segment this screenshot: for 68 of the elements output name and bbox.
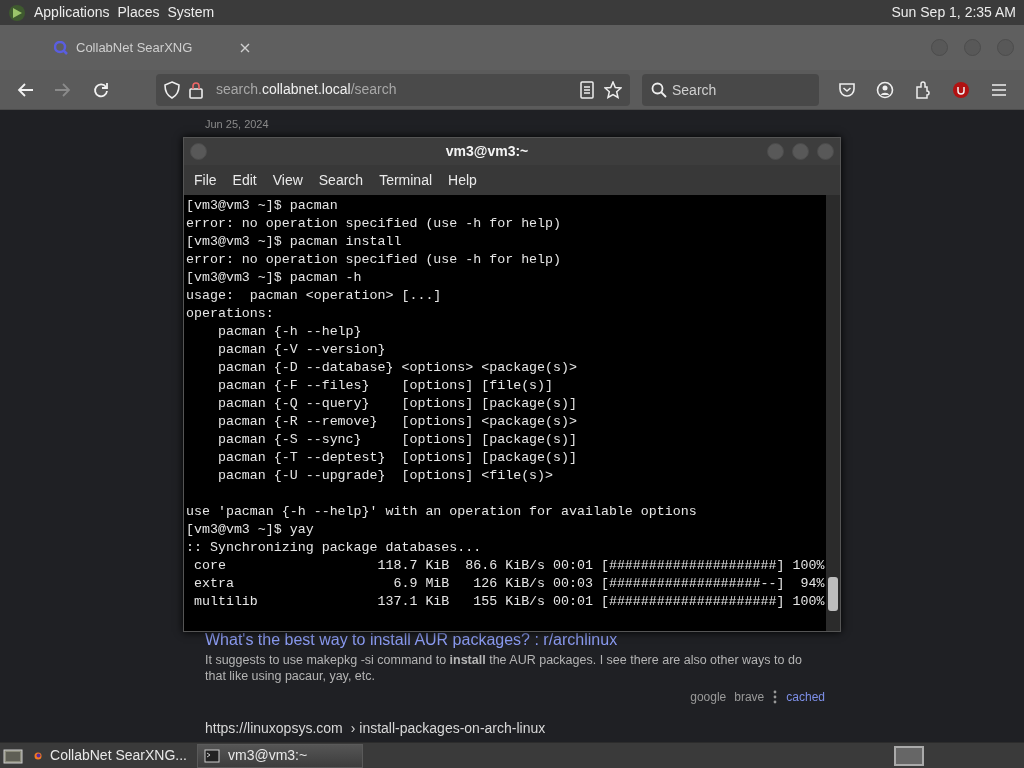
forward-icon [54,80,72,99]
menu-item[interactable]: View [264,167,311,193]
address-bar[interactable]: search.collabnet.local/search [156,73,630,106]
scrollbar-thumb[interactable] [828,577,839,611]
menu-item[interactable]: Terminal [371,167,441,193]
pocket-icon[interactable] [838,80,856,99]
account-icon[interactable] [876,80,894,99]
terminal-line: multilib 137.1 KiB 155 KiB/s 00:01 [#####################] 100% [192,593,825,611]
extensions-icon[interactable] [914,80,932,99]
result-snippet: It suggests to use makepkg -si command to install the AUR packages. I see there are also other ways to do that like using pacaur, yay, etc. [205,652,803,684]
reload-icon [92,80,110,99]
result-title-link[interactable]: What's the best way to install AUR packages? : r/archlinux [205,630,618,650]
terminal-line: error: no operation specified (use -h for help) [186,251,563,269]
terminal-line: pacman {-R --remove} [options] <package(s)> [216,413,578,431]
terminal-line: pacman {-F --files} [options] [file(s)] [216,377,555,395]
terminal-line: :: Synchronizing package databases... [186,539,483,557]
terminal-line: [vm3@vm3 ~]$ pacman install [186,233,403,251]
terminal-line: [vm3@vm3 ~]$ pacman [186,197,339,215]
panel-menu[interactable]: Places [117,2,160,23]
distro-logo-icon[interactable] [8,3,26,22]
panel-menu[interactable]: Applications [34,2,110,23]
search-engine-icon [54,40,68,55]
more-options-icon[interactable] [772,690,779,704]
star-icon[interactable] [604,80,622,99]
shield-blocker-icon[interactable] [952,80,970,99]
menu-item[interactable]: File [186,167,225,193]
taskbar-button[interactable]: vm3@vm3:~ [197,743,363,768]
url-text: search.collabnet.local/search [216,80,397,99]
scrollbar[interactable] [826,195,840,631]
terminal-line: core 118.7 KiB 86.6 KiB/s 00:01 [#####################] 100% [192,557,825,575]
back-icon [16,80,34,99]
taskbar-button[interactable]: CollabNet SearXNG... [28,743,193,768]
terminal-line: pacman {-V --version} [216,341,387,359]
terminal-line: [vm3@vm3 ~]$ pacman -h [186,269,363,287]
reader-view-icon[interactable] [578,80,596,99]
terminal-line: pacman {-T --deptest} [options] [package(s)] [216,449,578,467]
cached-link[interactable]: cached [786,688,825,706]
workspace-switcher[interactable] [894,745,924,766]
search-field[interactable]: Search [642,73,819,106]
terminal-icon [204,747,220,764]
menu-item[interactable]: Search [310,167,372,193]
shield-icon [164,80,180,99]
result-site: https://linuxopsys.com [205,719,343,738]
terminal-line: operations: [186,305,275,323]
terminal-line: pacman {-S --sync} [options] [package(s)] [216,431,578,449]
engine-label: brave [734,689,765,706]
result-path: › install-packages-on-arch-linux [350,719,546,738]
terminal-line: pacman {-U --upgrade} [options] <file(s)> [216,467,555,485]
lock-icon [188,80,204,99]
engine-label: google [690,689,727,706]
terminal-line: usage: pacman <operation> [...] [186,287,443,305]
terminal-line: use 'pacman {-h --help}' with an operation for available options [186,503,698,521]
terminal-line: extra 6.9 MiB 126 KiB/s 00:03 [###################--] 94% [192,575,825,593]
clock: Sun Sep 1, 2:35 AM [891,3,1016,22]
tab-title: CollabNet SearXNG [76,38,193,57]
close-icon [240,43,250,54]
terminal-line: pacman {-Q --query} [options] [package(s)] [216,395,578,413]
result-date: Jun 25, 2024 [205,117,270,132]
search-icon [651,81,667,98]
menu-item[interactable]: Edit [224,167,265,193]
terminal-line: [vm3@vm3 ~]$ yay [186,521,315,539]
terminal-line: error: no operation specified (use -h for help) [186,215,563,233]
window-title: vm3@vm3:~ [445,142,529,161]
browser-tab[interactable]: CollabNet SearXNG [44,30,264,65]
panel-menu[interactable]: System [167,2,215,23]
terminal-line: pacman {-D --database} <options> <package(s)> [216,359,578,377]
terminal-line: pacman {-h --help} [216,323,363,341]
menu-item[interactable]: Help [440,167,485,193]
